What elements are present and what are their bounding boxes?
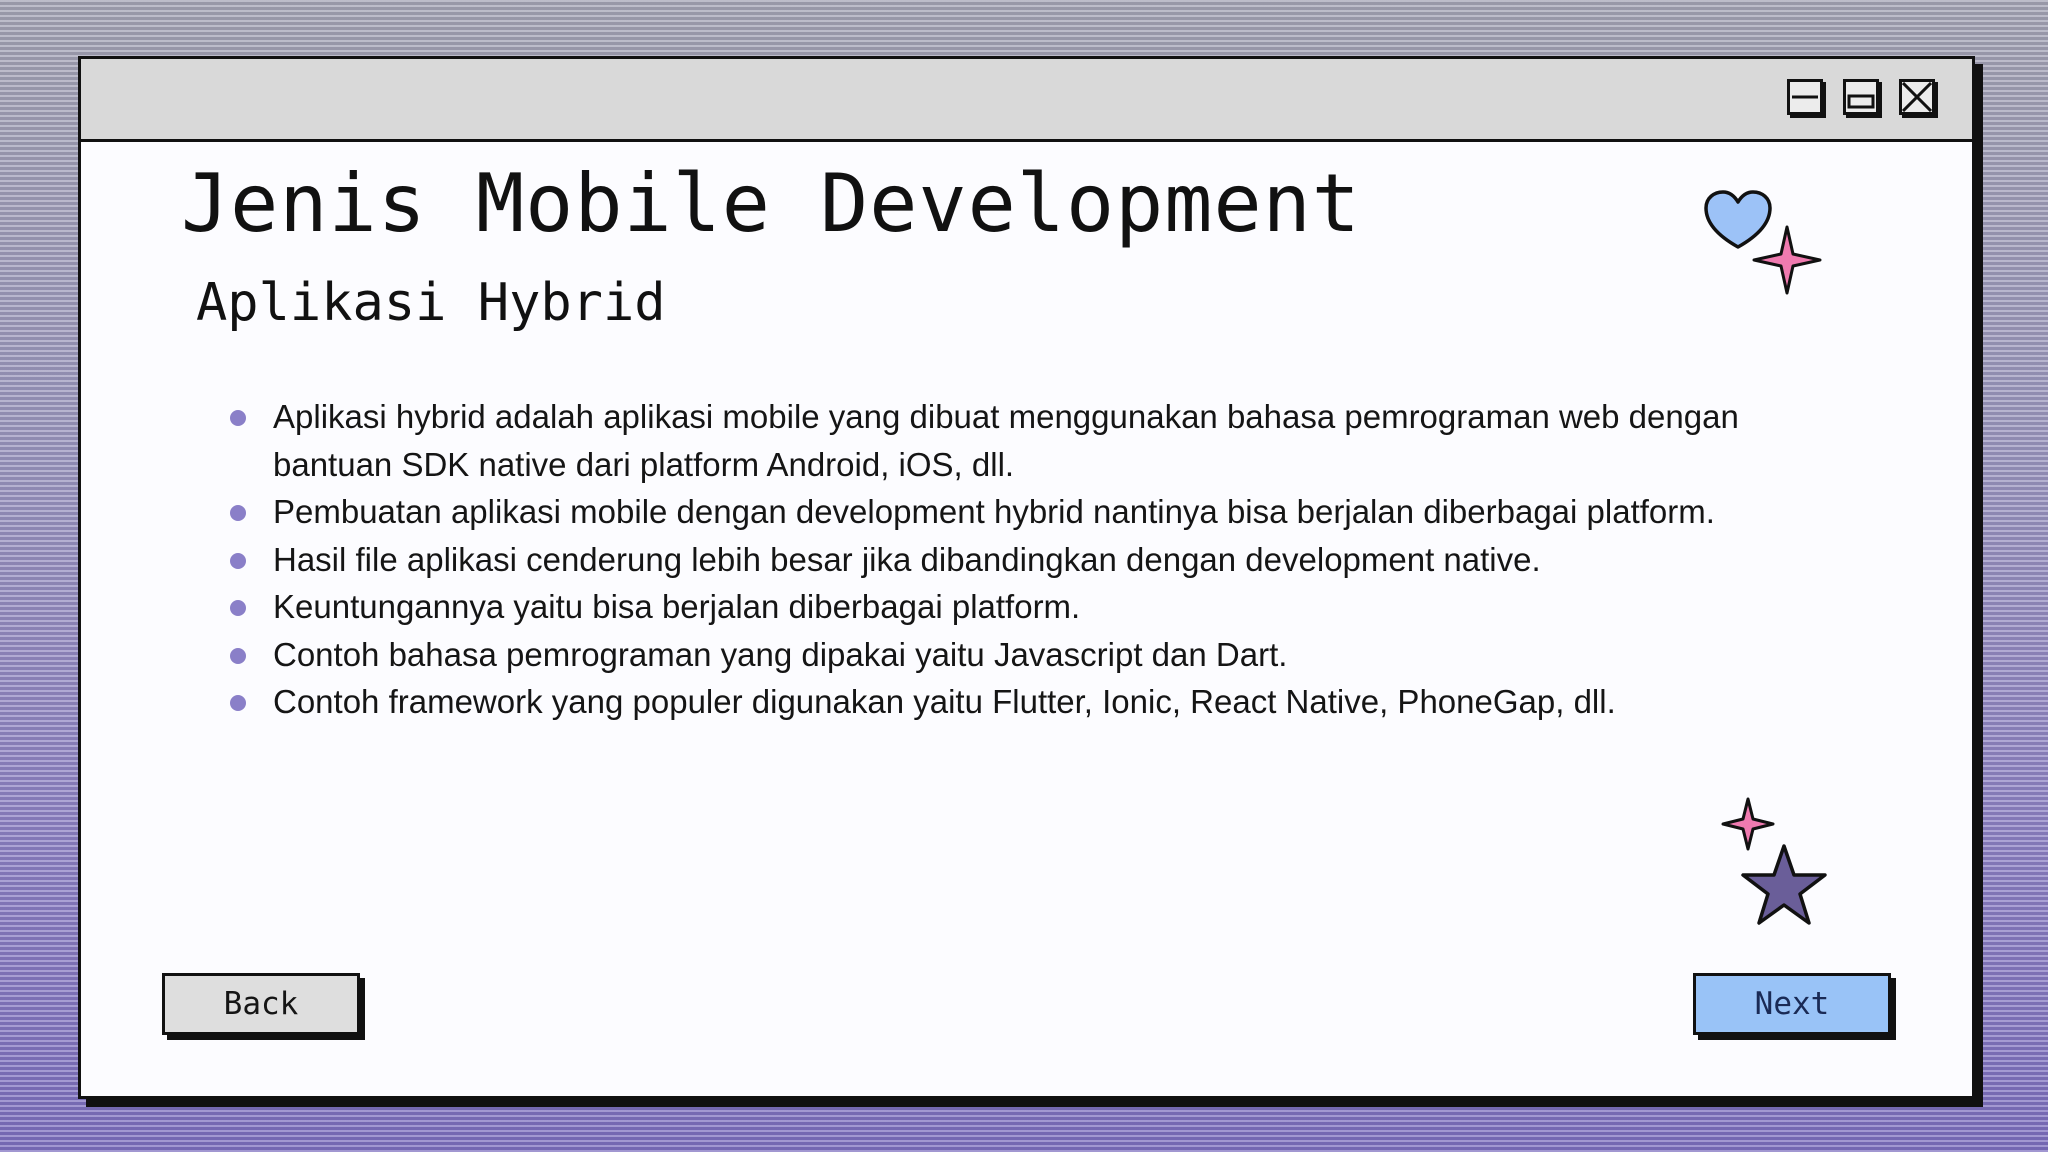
close-x-icon <box>1902 82 1932 112</box>
maximize-icon <box>1847 94 1875 109</box>
bullet-dot <box>230 600 246 616</box>
bullet-text: Aplikasi hybrid adalah aplikasi mobile y… <box>273 398 1739 483</box>
bullet-text: Pembuatan aplikasi mobile dengan develop… <box>273 493 1715 530</box>
bullet-dot <box>230 410 246 426</box>
bullet-dot <box>230 552 246 569</box>
bullet-dot <box>230 505 246 521</box>
bullet-dot <box>230 647 246 664</box>
bullet-dot <box>230 695 246 711</box>
section-title: Aplikasi Hybrid <box>196 273 666 333</box>
bullet-text: Contoh framework yang populer digunakan … <box>273 683 1616 720</box>
window-titlebar <box>81 59 1972 142</box>
bullet-list: Aplikasi hybrid adalah aplikasi mobile y… <box>230 393 1753 726</box>
bullet-text: Hasil file aplikasi cenderung lebih besa… <box>273 540 1541 578</box>
star-icon <box>1741 844 1827 925</box>
close-button[interactable] <box>1899 79 1935 115</box>
maximize-button[interactable] <box>1843 79 1879 115</box>
bullet-item: Contoh bahasa pemrograman yang dipakai y… <box>230 631 1753 679</box>
bullet-item: Keuntungannya yaitu bisa berjalan diberb… <box>230 583 1753 631</box>
bullet-item: Contoh framework yang populer digunakan … <box>230 678 1753 726</box>
page-title: Jenis Mobile Development <box>181 157 1361 250</box>
slide-window: Jenis Mobile Development Aplikasi Hybrid… <box>78 56 1975 1099</box>
bullet-text: Contoh bahasa pemrograman yang dipakai y… <box>273 635 1288 673</box>
minimize-icon <box>1792 95 1818 99</box>
minimize-button[interactable] <box>1787 79 1823 115</box>
bullet-item: Pembuatan aplikasi mobile dengan develop… <box>230 488 1753 536</box>
next-button[interactable]: Next <box>1693 973 1891 1035</box>
bullet-item: Aplikasi hybrid adalah aplikasi mobile y… <box>230 393 1753 488</box>
bullet-item: Hasil file aplikasi cenderung lebih besa… <box>230 536 1753 584</box>
back-button[interactable]: Back <box>162 973 360 1035</box>
sparkle-star-icon <box>1752 225 1822 295</box>
bullet-text: Keuntungannya yaitu bisa berjalan diberb… <box>273 588 1081 625</box>
